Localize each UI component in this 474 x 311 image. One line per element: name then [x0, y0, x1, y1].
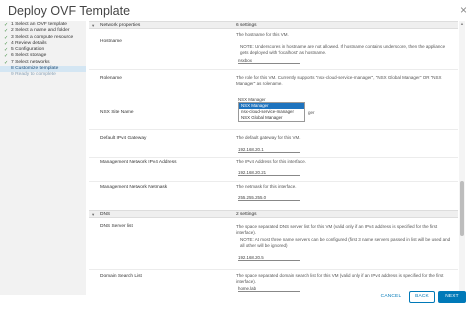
- section-count: 2 settings: [236, 212, 257, 217]
- next-button[interactable]: NEXT: [438, 291, 466, 303]
- steps-list: ✓ 1 Select an OVF template ✓ 2 Select a na…: [0, 21, 86, 79]
- section-name: DNS: [100, 212, 111, 217]
- chevron-down-icon[interactable]: ▾: [92, 22, 94, 29]
- scroll-up-icon[interactable]: ▲: [460, 21, 464, 26]
- gateway-desc: The default gateway for this VM.: [236, 135, 301, 140]
- wizard-steps-sidebar: ✓ 1 Select an OVF template ✓ 2 Select a na…: [0, 21, 86, 295]
- mgmt-ip-label: Management Network IPv4 Address: [100, 160, 177, 165]
- dns-server-desc: The space separated DNS server list for …: [236, 224, 438, 235]
- step-label: 6 Select storage: [11, 53, 47, 59]
- domain-search-desc: The space separated domain search list f…: [236, 273, 444, 284]
- scrollbar-thumb[interactable]: [460, 181, 464, 236]
- rolename-desc: The role for this VM. Currently supports…: [236, 75, 442, 86]
- cancel-button[interactable]: CANCEL: [376, 291, 406, 303]
- step-label: 2 Select a name and folder: [11, 28, 70, 34]
- mgmt-ip-input[interactable]: 192.168.20.21: [238, 170, 300, 176]
- row-divider: [89, 269, 458, 270]
- rolename-label: Rolename: [100, 76, 122, 81]
- mgmt-ip-desc: The IPv4 Address for this interface.: [236, 159, 307, 164]
- step-label: 1 Select an OVF template: [11, 22, 67, 27]
- dns-server-label: DNS Server list: [100, 224, 133, 229]
- row-divider: [89, 129, 458, 130]
- step-label: 8 Customize template: [11, 66, 59, 72]
- section-name: Network properties: [100, 23, 141, 28]
- section-dns[interactable]: ▾ DNS 2 settings: [89, 210, 458, 218]
- dns-server-input[interactable]: 192.168.20.5: [238, 255, 300, 261]
- step-label: 9 Ready to complete: [11, 72, 56, 78]
- rolename-option[interactable]: NSX Global Manager: [239, 115, 304, 121]
- domain-search-label: Domain Search List: [100, 274, 142, 279]
- dialog-title: Deploy OVF Template: [8, 4, 131, 18]
- row-divider: [89, 157, 458, 158]
- step-9[interactable]: 9 Ready to complete: [0, 72, 86, 78]
- hostname-input[interactable]: nsxbox: [238, 58, 300, 64]
- gateway-label: Default IPv4 Gateway: [100, 136, 147, 141]
- close-icon[interactable]: ×: [460, 4, 467, 16]
- netmask-desc: The netmask for this interface.: [236, 184, 297, 189]
- chevron-down-icon[interactable]: ▾: [92, 211, 94, 218]
- vertical-scrollbar[interactable]: ▲ ▼: [459, 21, 465, 295]
- dns-server-note: NOTE: At most three name servers can be …: [240, 237, 451, 248]
- step-label: 3 Select a compute resource: [11, 34, 74, 40]
- hostname-note: NOTE: Underscores in hostname are not al…: [240, 44, 446, 55]
- hostname-label: Hostname: [100, 39, 122, 44]
- customize-template-panel: ▾ Network properties 6 settings Hostname…: [89, 21, 458, 295]
- hostname-desc: The hostname for this VM.: [236, 32, 289, 37]
- row-divider: [89, 181, 458, 182]
- rolename-dropdown-list: NSX Manager nsx-cloud-service-manager NS…: [238, 102, 305, 122]
- gateway-input[interactable]: 192.168.20.1: [238, 147, 300, 153]
- row-divider: [89, 69, 458, 70]
- netmask-label: Management Network Netmask: [100, 185, 168, 190]
- section-count: 6 settings: [236, 23, 257, 28]
- section-network-properties[interactable]: ▾ Network properties 6 settings: [89, 21, 458, 29]
- back-button[interactable]: BACK: [409, 291, 435, 303]
- domain-search-input[interactable]: home.lab: [238, 286, 300, 292]
- step-label: 7 Select networks: [11, 59, 50, 65]
- netmask-input[interactable]: 255.255.255.0: [238, 195, 300, 201]
- step-label: 4 Review details: [11, 40, 47, 46]
- step-label: 5 Configuration: [11, 47, 45, 53]
- site-name-desc-partial: ger: [308, 110, 315, 115]
- site-name-label: NSX Site Name: [100, 110, 134, 115]
